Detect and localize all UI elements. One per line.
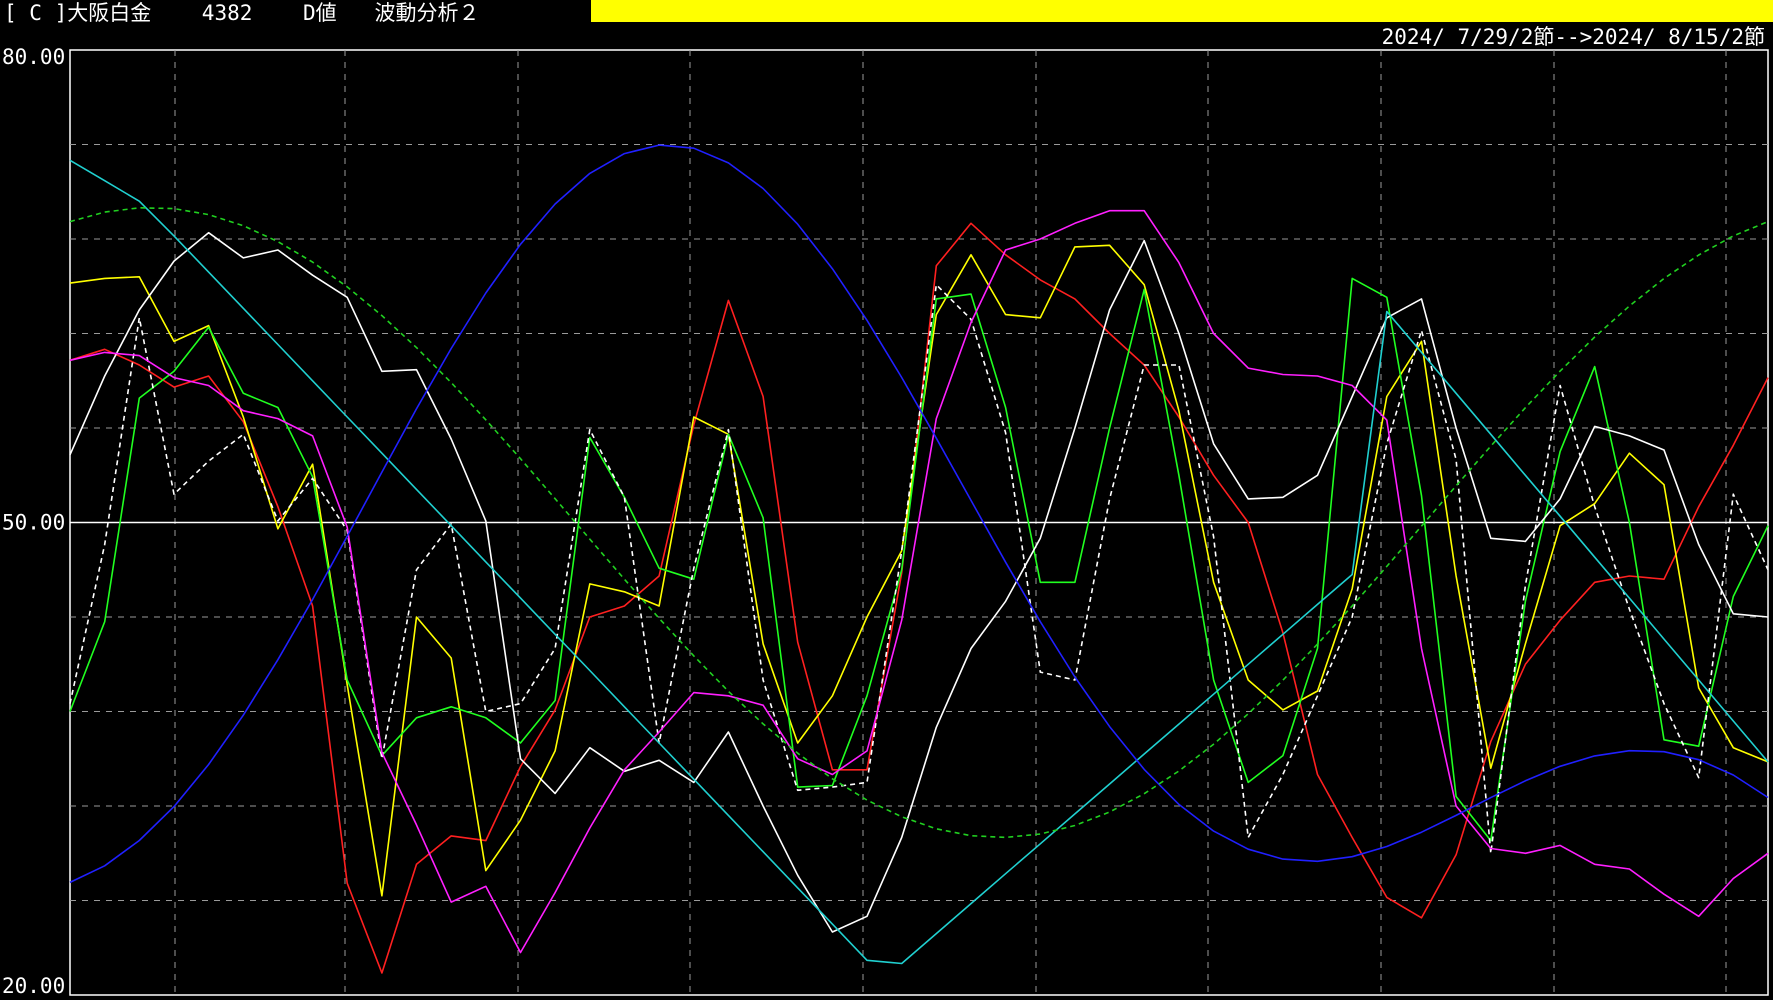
series-line-4 [69,283,1769,855]
series-line-3 [69,231,1769,933]
y-tick-label: 20.00 [2,974,65,998]
series-line-0 [69,222,1769,974]
wave-chart: 80.00 50.00 20.00 [2,45,1769,998]
series-line-6 [69,159,1769,965]
series-line-2 [69,277,1769,842]
y-tick-label: 50.00 [2,511,65,535]
series-line-1 [69,244,1769,897]
series-line-5 [69,209,1769,954]
series-line-7 [69,144,1769,884]
y-tick-label: 80.00 [2,45,65,69]
